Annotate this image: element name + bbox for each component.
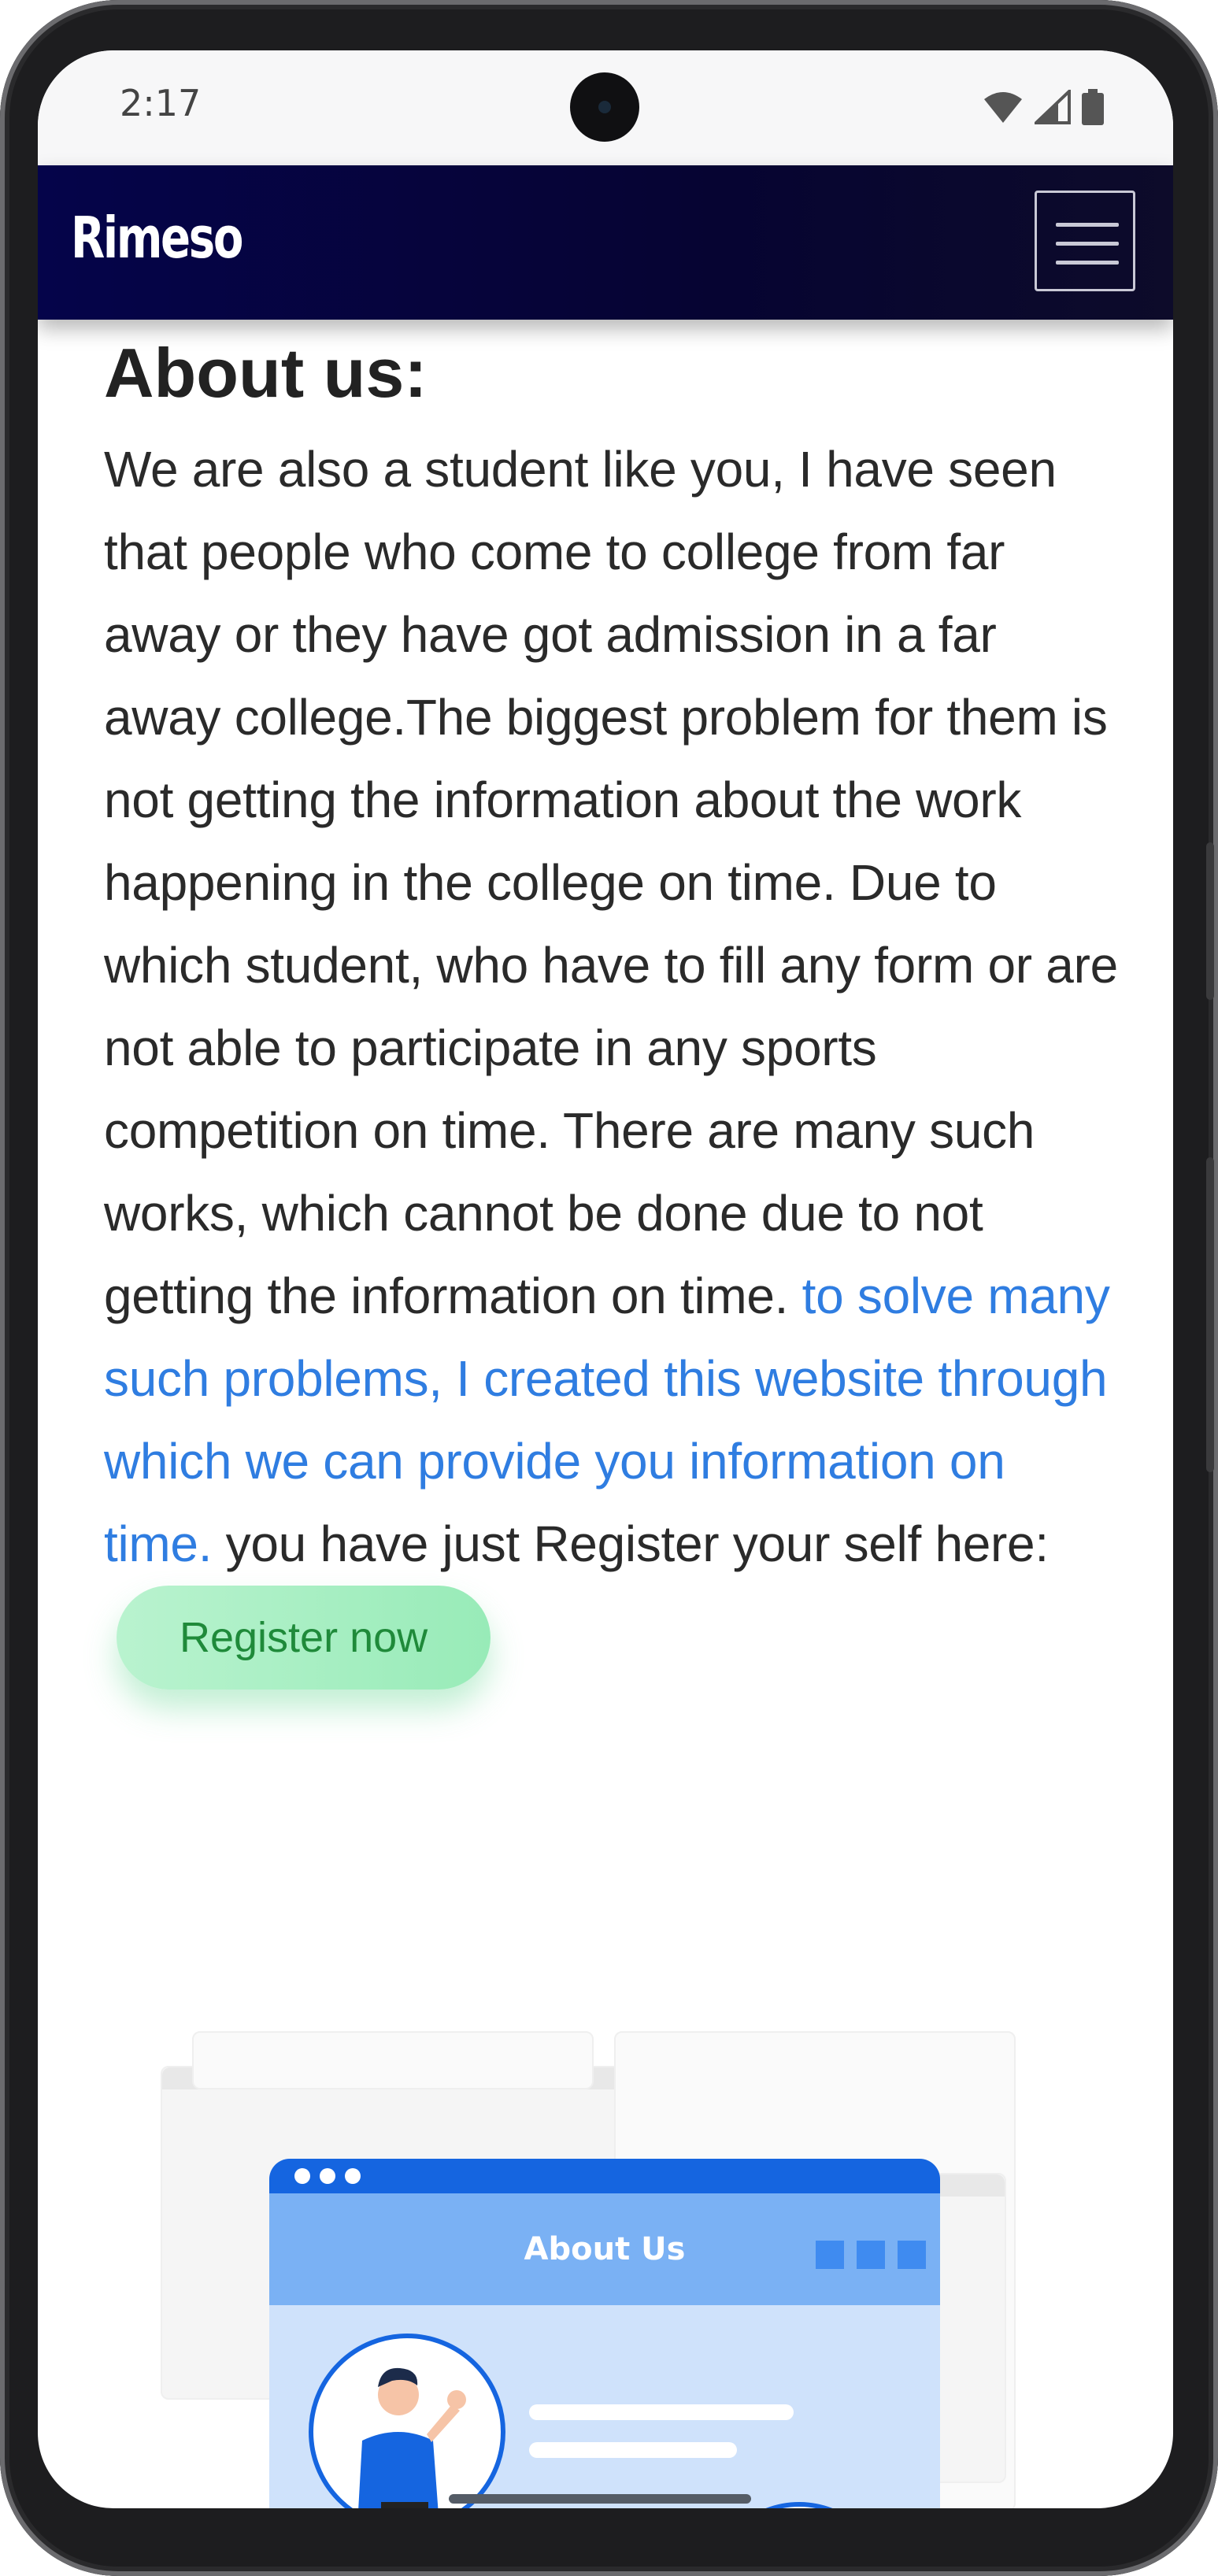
menu-icon-bar xyxy=(1056,261,1119,265)
about-text-end: you have just Register your self here: xyxy=(212,1516,1049,1572)
window-dot xyxy=(294,2168,310,2184)
placeholder-line xyxy=(529,2404,794,2420)
man-avatar-illustration xyxy=(309,2334,505,2508)
illustration-title: About Us xyxy=(524,2231,686,2267)
status-time: 2:17 xyxy=(120,82,202,124)
about-section: About us: We are also a student like you… xyxy=(104,334,1120,1690)
about-heading: About us: xyxy=(104,334,428,412)
placeholder-line xyxy=(529,2442,737,2458)
about-text: We are also a student like you, I have s… xyxy=(104,441,1118,1324)
placeholder-bar xyxy=(449,2494,751,2504)
about-paragraph: We are also a student like you, I have s… xyxy=(104,428,1120,1690)
menu-icon-bar xyxy=(1056,223,1119,227)
status-bar: 2:17 xyxy=(38,50,1173,165)
menu-toggle-button[interactable] xyxy=(1035,191,1135,291)
window-dot xyxy=(345,2168,361,2184)
power-button xyxy=(1206,1157,1214,1472)
signal-icon xyxy=(1035,90,1071,124)
woman-avatar-icon xyxy=(712,2507,887,2508)
brand-logo[interactable]: Rimeso xyxy=(71,205,243,271)
battery-icon xyxy=(1082,89,1104,125)
window-dot xyxy=(320,2168,335,2184)
about-illustration: About Us xyxy=(38,2031,1173,2508)
front-camera xyxy=(570,72,639,142)
status-icons xyxy=(983,88,1104,126)
about-us-card: About Us xyxy=(269,2159,940,2508)
navbar: Rimeso xyxy=(38,165,1173,320)
volume-button xyxy=(1206,842,1214,1000)
wifi-icon xyxy=(984,92,1022,123)
menu-icon-bar xyxy=(1056,242,1119,246)
screen: 2:17 Rimeso About us: We are also a stud… xyxy=(38,50,1173,2508)
bg-window xyxy=(192,2031,594,2089)
card-titlebar xyxy=(269,2159,940,2193)
man-waving-icon xyxy=(358,2367,466,2508)
register-now-button[interactable]: Register now xyxy=(117,1586,491,1690)
